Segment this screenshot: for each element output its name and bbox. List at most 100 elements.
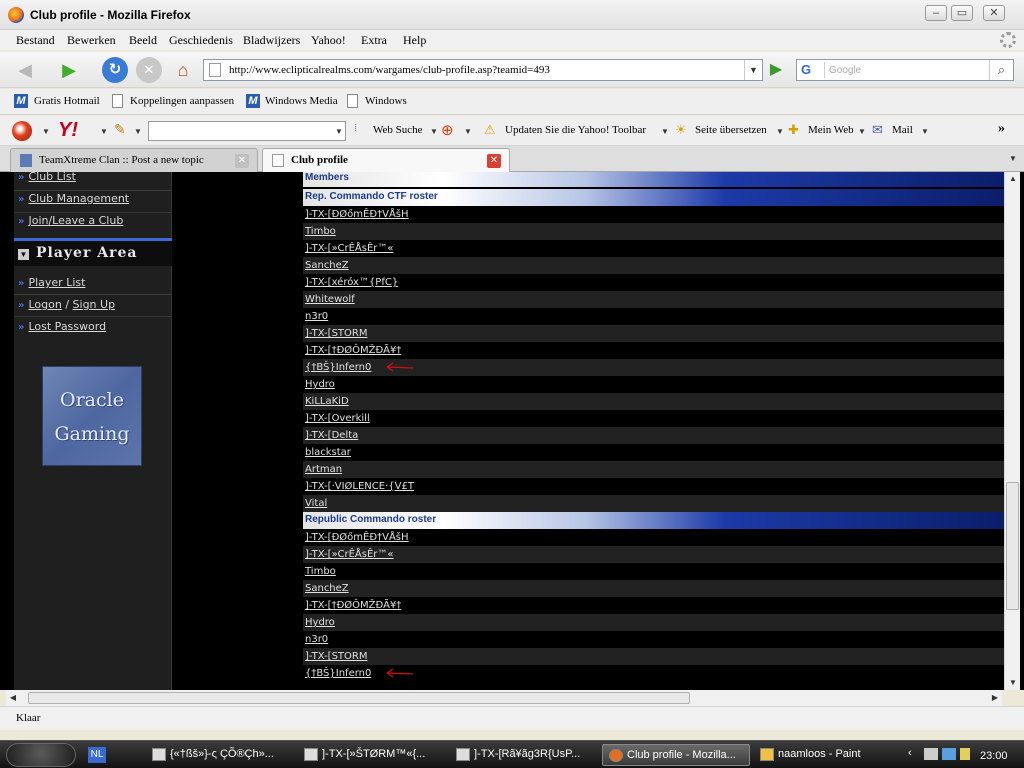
member-link[interactable]: ]-TX-[xéróx™{PfC}	[305, 277, 398, 288]
taskbar-item[interactable]: ]-TX-[»ŠTØRM™«{...	[298, 744, 446, 766]
menu-extra[interactable]: Extra	[361, 33, 387, 48]
member-link[interactable]: Timbo	[305, 566, 336, 577]
member-link[interactable]: Artman	[305, 464, 342, 475]
translate-button[interactable]: Seite übersetzen	[695, 124, 767, 136]
member-link[interactable]: Vital	[305, 498, 327, 509]
yahoo-search-input[interactable]	[148, 121, 346, 141]
yahoo-companion-icon[interactable]	[12, 121, 32, 141]
member-link[interactable]: ]-TX-[·VIØLENCE·{V£T	[305, 481, 414, 492]
back-arrow-icon[interactable]: ◀	[12, 57, 38, 83]
chevron-down-icon[interactable]: ▼	[464, 127, 472, 136]
scroll-thumb[interactable]	[28, 692, 690, 704]
search-engine-icon[interactable]: G	[799, 62, 825, 78]
bookmark-koppelingen[interactable]: Koppelingen aanpassen	[130, 95, 234, 107]
member-link[interactable]: n3r0	[305, 634, 328, 645]
member-link[interactable]: ]-TX-[»CrÊÅsÊr™«	[305, 243, 394, 254]
my-web-button[interactable]: Mein Web	[808, 124, 854, 136]
chevron-down-icon[interactable]: ▼	[430, 127, 438, 136]
member-link[interactable]: Hydro	[305, 379, 335, 390]
member-link[interactable]: ]-TX-[ÐØőmÊÐ†VÅšH	[305, 209, 409, 220]
tray-app-icon[interactable]	[924, 748, 938, 760]
tab-club-profile[interactable]: Club profile ✕	[262, 148, 510, 173]
taskbar-item-active[interactable]: Club profile - Mozilla...	[602, 744, 750, 766]
update-toolbar-button[interactable]: Updaten Sie die Yahoo! Toolbar	[505, 124, 646, 136]
sidebar-item-player-list[interactable]: » Player List	[18, 276, 170, 294]
player-area-header[interactable]: ▼ Player Area	[14, 238, 172, 266]
search-box[interactable]: G Google ⌕	[796, 59, 1014, 81]
chevron-down-icon[interactable]: ▼	[335, 127, 343, 136]
member-link[interactable]: ]-TX-[ÐØőmÊÐ†VÅšH	[305, 532, 409, 543]
network-icon[interactable]	[942, 748, 956, 760]
chevron-down-icon[interactable]: ▼	[776, 127, 784, 136]
yahoo-logo-icon[interactable]: Y!	[58, 119, 78, 142]
scroll-down-icon[interactable]: ▼	[1005, 676, 1021, 690]
url-dropdown-icon[interactable]: ▼	[744, 60, 762, 80]
toolbar-overflow-button[interactable]: »	[998, 121, 1005, 137]
member-link[interactable]: ]-TX-[»CrÊÅsÊr™«	[305, 549, 394, 560]
search-icon[interactable]: ⌕	[989, 60, 1013, 80]
close-tab-icon[interactable]: ✕	[235, 154, 249, 168]
menu-bestand[interactable]: Bestand	[16, 33, 55, 48]
tab-list-dropdown-icon[interactable]: ▼	[1002, 148, 1024, 170]
pencil-icon[interactable]: ✎	[114, 122, 126, 139]
member-link[interactable]: n3r0	[305, 311, 328, 322]
chevron-down-icon[interactable]: ▼	[100, 127, 108, 136]
scroll-left-icon[interactable]: ◀	[6, 690, 20, 706]
language-indicator[interactable]: NL	[88, 747, 106, 763]
scroll-right-icon[interactable]: ▶	[988, 690, 1002, 706]
menu-yahoo[interactable]: Yahoo!	[311, 33, 346, 48]
member-link[interactable]: ]-TX-[†ÐØÔMŽÐÃ¥†	[305, 600, 401, 611]
web-search-button[interactable]: Web Suche	[373, 124, 423, 136]
bookmark-windows[interactable]: Windows	[365, 95, 407, 107]
menu-geschiedenis[interactable]: Geschiedenis	[169, 33, 233, 48]
address-bar[interactable]: http://www.eclipticalrealms.com/wargames…	[203, 59, 763, 81]
crosshair-icon[interactable]: ⊕	[441, 121, 454, 140]
forward-arrow-icon[interactable]: ▶	[56, 57, 82, 83]
member-link[interactable]: ]-TX-[Delta	[305, 430, 358, 441]
member-link[interactable]: {†BŠ}Infern0	[305, 362, 371, 373]
tab-teamxtreme[interactable]: TeamXtreme Clan :: Post a new topic ✕	[10, 148, 258, 172]
member-link[interactable]: {†BŠ}Infern0	[305, 668, 371, 679]
chevron-down-icon[interactable]: ▼	[858, 127, 866, 136]
horizontal-scrollbar[interactable]: ◀ ▶	[6, 690, 1002, 706]
chevron-down-icon[interactable]: ▼	[921, 127, 929, 136]
scroll-up-icon[interactable]: ▲	[1005, 172, 1021, 186]
menu-bewerken[interactable]: Bewerken	[67, 33, 116, 48]
menu-bladwijzers[interactable]: Bladwijzers	[243, 33, 300, 48]
battery-icon[interactable]	[960, 748, 970, 760]
home-icon[interactable]: ⌂	[170, 57, 196, 83]
tray-expand-icon[interactable]: ‹	[908, 747, 912, 759]
member-link[interactable]: ]-TX-[Overkill	[305, 413, 370, 424]
chevron-down-icon[interactable]: ▼	[661, 127, 669, 136]
bookmark-windows-media[interactable]: Windows Media	[265, 95, 338, 107]
member-link[interactable]: Timbo	[305, 226, 336, 237]
stop-icon[interactable]: ✕	[136, 57, 162, 83]
sidebar-item-lost-password[interactable]: » Lost Password	[18, 320, 170, 338]
scroll-thumb[interactable]	[1006, 482, 1019, 610]
start-button[interactable]	[6, 743, 76, 767]
member-link[interactable]: SancheZ	[305, 260, 349, 271]
vertical-scrollbar[interactable]: ▲ ▼	[1004, 172, 1020, 690]
taskbar-item[interactable]: ]-TX-[Rã¥ãg3R{UsP...	[450, 744, 598, 766]
close-tab-icon[interactable]: ✕	[487, 154, 501, 168]
chevron-down-icon[interactable]: ▼	[134, 127, 142, 136]
taskbar-item[interactable]: naamloos - Paint	[754, 744, 874, 766]
signup-link[interactable]: Sign Up	[73, 298, 116, 311]
member-link[interactable]: KiLLaKiD	[305, 396, 349, 407]
menu-beeld[interactable]: Beeld	[129, 33, 157, 48]
go-arrow-icon[interactable]: ▶	[765, 60, 787, 80]
close-button[interactable]: ✕	[983, 5, 1005, 21]
minimize-button[interactable]: –	[925, 5, 947, 21]
member-link[interactable]: blackstar	[305, 447, 351, 458]
member-link[interactable]: ]-TX-[STORM	[305, 328, 367, 339]
mail-button[interactable]: Mail	[892, 124, 913, 136]
collapse-chevron-icon[interactable]: ▼	[18, 249, 29, 260]
member-link[interactable]: SancheZ	[305, 583, 349, 594]
taskbar-item[interactable]: {«†ßš»}-ς ÇÕ®Çh»...	[146, 744, 294, 766]
member-link[interactable]: Whitewolf	[305, 294, 355, 305]
sidebar-item-join-leave[interactable]: » Join/Leave a Club	[18, 214, 170, 232]
maximize-button[interactable]: ▭	[951, 5, 973, 21]
reload-icon[interactable]: ↻	[102, 57, 128, 83]
bookmark-gratis-hotmail[interactable]: Gratis Hotmail	[34, 95, 100, 107]
member-link[interactable]: ]-TX-[STORM	[305, 651, 367, 662]
